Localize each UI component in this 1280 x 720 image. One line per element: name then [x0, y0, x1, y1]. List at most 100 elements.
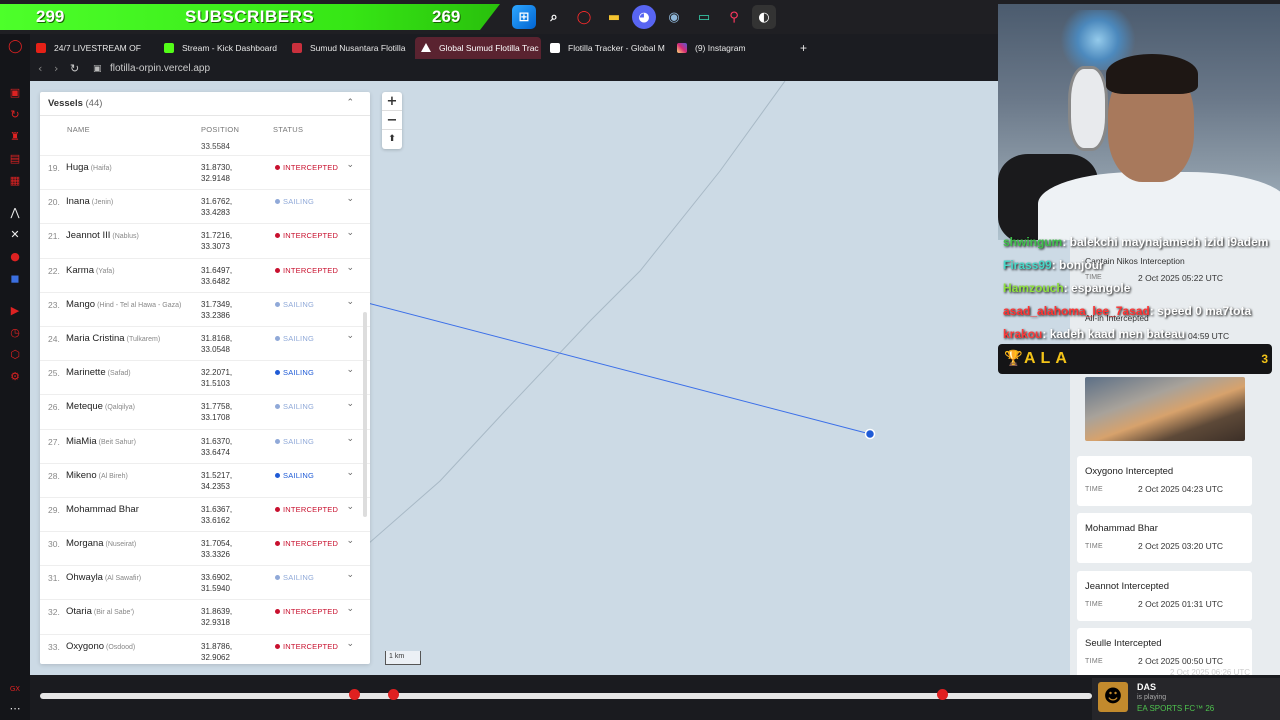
- table-row[interactable]: 31. Ohwayla (Al Sawafir) 33.6902, 31.5940 SAI…: [40, 566, 370, 601]
- extensions-icon[interactable]: ⬡: [8, 348, 22, 362]
- status-text: SAILING: [283, 573, 314, 583]
- forward-icon[interactable]: ›: [54, 62, 58, 75]
- chevron-down-icon[interactable]: ⌄: [346, 228, 354, 238]
- timeline-slider[interactable]: [40, 693, 1092, 699]
- chat-overlay: shwingum: balekchi maynajamech izid i9ad…: [1000, 235, 1280, 350]
- timeline-marker[interactable]: [388, 689, 399, 700]
- vessel-number: 30.: [48, 539, 60, 550]
- vessel-name: Mohammad Bhar: [66, 504, 141, 515]
- tab-bar: 24/7 LIVESTREAM OF Stream - Kick Dashboa…: [30, 34, 998, 59]
- new-tab-button[interactable]: +: [796, 37, 813, 59]
- zoom-out-button[interactable]: −: [382, 111, 402, 130]
- sidebar-app-icon[interactable]: ↻: [8, 108, 22, 122]
- chevron-down-icon[interactable]: ⌄: [346, 263, 354, 273]
- flotilla-icon: [292, 43, 302, 53]
- settings-icon[interactable]: ⚙: [8, 370, 22, 384]
- chevron-down-icon[interactable]: ⌄: [346, 160, 354, 170]
- table-row[interactable]: 27. MiaMia (Beit Sahur) 31.6370, 33.6474 SAIL…: [40, 430, 370, 464]
- game-icon[interactable]: ◐: [752, 5, 776, 29]
- chevron-down-icon[interactable]: ⌄: [346, 297, 354, 307]
- opera-icon[interactable]: ◯: [572, 5, 596, 29]
- vessels-header[interactable]: Vessels (44) ⌃: [40, 92, 370, 116]
- tab-sumud-nusantara[interactable]: Sumud Nusantara Flotilla: [286, 37, 410, 59]
- sidebar-app-icon[interactable]: ⋀: [8, 206, 22, 220]
- steam-icon[interactable]: ◉: [662, 5, 686, 29]
- chat-username: Firass99: [1003, 258, 1052, 272]
- tab-livestream[interactable]: 24/7 LIVESTREAM OF: [30, 37, 150, 59]
- zoom-in-button[interactable]: +: [382, 92, 402, 111]
- table-row[interactable]: 28. Mikeno (Al Bireh) 31.5217, 34.2353 SAILIN…: [40, 464, 370, 498]
- history-icon[interactable]: ◷: [8, 326, 22, 340]
- chevron-down-icon[interactable]: ⌄: [346, 434, 354, 444]
- vessels-scrollbar[interactable]: [363, 312, 367, 517]
- timeline-marker[interactable]: [349, 689, 360, 700]
- event-card[interactable]: Mohammad Bhar TIME 2 Oct 2025 03:20 UTC: [1077, 513, 1252, 563]
- tab-kick-dashboard[interactable]: Stream - Kick Dashboard: [158, 37, 282, 59]
- vessel-name-text: Maria Cristina: [66, 332, 125, 344]
- app-icon[interactable]: ▭: [692, 5, 716, 29]
- sidebar-app-icon[interactable]: ▤: [8, 152, 22, 166]
- tab-label: Flotilla Tracker - Global M: [568, 43, 665, 53]
- chevron-down-icon[interactable]: ⌄: [346, 639, 354, 649]
- tab-global-sumud[interactable]: Global Sumud Flotilla Trac: [415, 37, 541, 59]
- collapse-icon[interactable]: ⌃: [346, 98, 354, 108]
- sidebar-app-icon[interactable]: ●: [8, 250, 22, 264]
- url-field[interactable]: flotilla-orpin.vercel.app: [110, 63, 210, 74]
- instagram-icon: [677, 43, 687, 53]
- table-row[interactable]: 33. Oxygono (Osdood) 31.8786, 32.9062 INTERCE…: [40, 635, 370, 664]
- chevron-down-icon[interactable]: ⌄: [346, 536, 354, 546]
- event-card[interactable]: Oxygono Intercepted TIME 2 Oct 2025 04:23 …: [1077, 456, 1252, 506]
- table-row[interactable]: 30. Morgana (Nuseirat) 31.7054, 33.3326 INTER…: [40, 532, 370, 567]
- vessel-city: (Nablus): [112, 233, 139, 241]
- leaderboard-bar: 🏆 ALA 3: [998, 344, 1272, 374]
- reload-icon[interactable]: ↻: [70, 62, 79, 75]
- chevron-down-icon[interactable]: ⌄: [346, 194, 354, 204]
- discord-icon[interactable]: ◕: [632, 5, 656, 29]
- chevron-down-icon[interactable]: ⌄: [346, 365, 354, 375]
- windows-icon[interactable]: ⊞: [512, 5, 536, 29]
- chevron-down-icon[interactable]: ⌄: [346, 468, 354, 478]
- search-icon[interactable]: ⌕: [542, 5, 566, 29]
- vessel-city: (Qalqilya): [104, 404, 135, 412]
- shield-icon[interactable]: ◼: [8, 272, 22, 286]
- tab-instagram[interactable]: (9) Instagram: [671, 37, 781, 59]
- vessel-name: Mikeno (Al Bireh): [66, 470, 128, 481]
- table-row[interactable]: 21. Jeannot III (Nablus) 31.7216, 33.3073 INT…: [40, 224, 370, 259]
- vercel-icon: [421, 43, 431, 52]
- chevron-down-icon[interactable]: ⌄: [346, 399, 354, 409]
- vessels-column-headers: NAME POSITION STATUS: [40, 116, 370, 140]
- chevron-down-icon[interactable]: ⌄: [346, 604, 354, 614]
- location-icon[interactable]: ⚲: [722, 5, 746, 29]
- compass-icon[interactable]: ⬆: [382, 130, 402, 149]
- tab-flotilla-tracker[interactable]: Flotilla Tracker - Global M: [544, 37, 668, 59]
- table-row[interactable]: 19. Huga (Haifa) 31.8730, 32.9148 INTERCEPTED…: [40, 156, 370, 191]
- opera-menu-icon[interactable]: ◯: [8, 40, 23, 54]
- vessel-name: Oxygono (Osdood): [66, 641, 135, 652]
- event-card[interactable]: Jeannot Intercepted TIME 2 Oct 2025 01:31 …: [1077, 571, 1252, 621]
- chevron-down-icon[interactable]: ⌄: [346, 570, 354, 580]
- vessel-marker[interactable]: [864, 428, 876, 440]
- back-icon[interactable]: ‹: [38, 62, 42, 75]
- table-row[interactable]: 32. Otaria (Bir al Sabe') 31.8639, 32.9318 IN…: [40, 600, 370, 635]
- vessel-name-text: Mohammad Bhar: [66, 503, 139, 515]
- table-row[interactable]: 22. Karma (Yafa) 31.6497, 33.6482 INTERCEPTED…: [40, 259, 370, 293]
- chevron-down-icon[interactable]: ⌄: [346, 502, 354, 512]
- table-row[interactable]: 23. Mango (Hind - Tel al Hawa - Gaza) 31.73…: [40, 293, 370, 327]
- vessels-panel: Vessels (44) ⌃ NAME POSITION STATUS 33.5…: [40, 92, 370, 664]
- x-icon[interactable]: ✕: [8, 228, 22, 242]
- sidebar-app-icon[interactable]: ♜: [8, 130, 22, 144]
- vessel-lon: 33.3326: [201, 550, 230, 560]
- table-row[interactable]: 25. Marinette (Safad) 32.2071, 31.5103 SAILIN…: [40, 361, 370, 396]
- folder-icon[interactable]: ▬: [602, 5, 626, 29]
- chat-username: asad_alahoma_lee_7asad: [1003, 304, 1150, 318]
- sidebar-app-icon[interactable]: ▣: [8, 86, 22, 100]
- table-row[interactable]: 29. Mohammad Bhar 31.6367, 33.6162 INTERCEPT…: [40, 498, 370, 533]
- chevron-down-icon[interactable]: ⌄: [346, 331, 354, 341]
- player-icon[interactable]: ▶: [8, 304, 22, 318]
- sidebar-app-icon[interactable]: ▦: [8, 174, 22, 188]
- table-row[interactable]: 24. Maria Cristina (Tulkarem) 31.8168, 33.05…: [40, 327, 370, 362]
- table-row[interactable]: 20. Inana (Jenin) 31.6762, 33.4283 SAILING ⌄: [40, 190, 370, 225]
- timeline-marker[interactable]: [937, 689, 948, 700]
- table-row[interactable]: 26. Meteque (Qalqilya) 31.7758, 33.1708 SAILI…: [40, 395, 370, 430]
- more-icon[interactable]: ⋯: [8, 702, 22, 716]
